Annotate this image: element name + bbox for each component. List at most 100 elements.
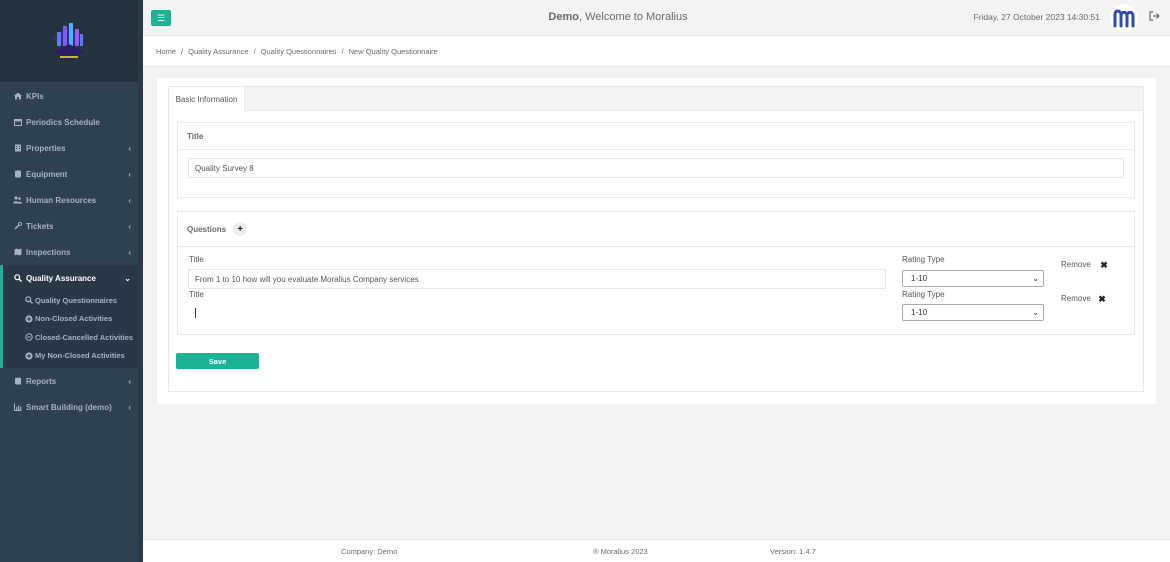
chevron-left-icon: ‹: [128, 376, 131, 386]
chevron-left-icon: ‹: [128, 195, 131, 205]
sidebar-item-label: Human Resources: [26, 195, 97, 205]
remove-question-button[interactable]: ✖: [1098, 259, 1110, 271]
sidebar-subitem-label: Quality Questionnaires: [35, 295, 118, 305]
questions-section-heading: Questions +: [178, 212, 1134, 247]
rating-type-select[interactable]: 1-10 ⌄: [902, 304, 1044, 321]
sidebar-item-label: Equipment: [26, 169, 68, 179]
welcome-text: , Welcome to Moralius: [578, 11, 688, 23]
add-question-button[interactable]: +: [233, 222, 248, 236]
rating-type-value: 1-10: [911, 308, 928, 317]
save-button[interactable]: Save: [176, 353, 259, 369]
sidebar-subitem-label: My Non-Closed Activities: [35, 351, 125, 361]
breadcrumb-quality-questionnaires[interactable]: Quality Questionnaires: [261, 47, 337, 56]
sidebar-item-kpis[interactable]: KPIs: [0, 83, 138, 109]
chart-icon: [13, 403, 22, 411]
question-title-label: Title: [189, 255, 204, 264]
text-cursor: [195, 308, 196, 318]
sidebar-subitem-non-closed-activities[interactable]: Non-Closed Activities: [3, 310, 138, 329]
footer-version: Version: 1.4.7: [770, 547, 816, 556]
sidebar-item-periodics-schedule[interactable]: Periodics Schedule: [0, 109, 138, 135]
welcome-message: Demo, Welcome to Moralius: [143, 11, 1093, 23]
chevron-left-icon: ‹: [128, 247, 131, 257]
sidebar-item-tickets[interactable]: Tickets ‹: [0, 213, 138, 239]
sidebar-item-label: Smart Building (demo): [26, 402, 112, 412]
calendar-icon: [13, 118, 22, 126]
sidebar-item-label: Properties: [26, 143, 66, 153]
company-logo[interactable]: [48, 20, 90, 62]
remove-label: Remove: [1061, 294, 1091, 303]
moralius-logo-icon: [1113, 9, 1135, 28]
sidebar-item-label: KPIs: [26, 91, 44, 101]
chevron-down-icon: ⌄: [1032, 274, 1039, 283]
breadcrumb-current: New Quality Questionnaire: [348, 46, 438, 56]
map-icon: [13, 248, 22, 256]
wrench-icon: [13, 222, 22, 230]
sidebar-subitem-label: Non-Closed Activities: [35, 314, 113, 324]
footer: Company: Demo ® Moralius 2023 Version: 1…: [143, 539, 1170, 562]
breadcrumb-quality-assurance[interactable]: Quality Assurance: [188, 47, 248, 56]
welcome-user: Demo: [548, 11, 579, 23]
circle-minus-icon: [24, 333, 33, 341]
sidebar-item-label: Quality Assurance: [26, 273, 96, 283]
close-icon: ✖: [1100, 259, 1108, 270]
sidebar-item-equipment[interactable]: Equipment ‹: [0, 161, 138, 187]
sidebar-item-label: Reports: [26, 376, 57, 386]
questions-panel: Questions + Title From 1 to 10 how will …: [177, 211, 1135, 335]
tab-strip: [169, 87, 1143, 111]
sidebar-item-quality-assurance[interactable]: Quality Assurance ⌄: [0, 265, 138, 291]
sidebar-subitem-label: Closed-Cancelled Activities: [35, 332, 134, 342]
book-icon: [13, 377, 22, 385]
circle-plus-icon: [24, 315, 33, 323]
remove-label: Remove: [1061, 260, 1091, 269]
chevron-down-icon: ⌄: [124, 273, 131, 283]
home-icon: [13, 92, 22, 100]
form-card: Basic Information Title Quality Survey 8…: [157, 78, 1156, 404]
chevron-left-icon: ‹: [128, 221, 131, 231]
sidebar-subitem-my-non-closed-activities[interactable]: My Non-Closed Activities: [3, 347, 138, 366]
title-section-heading: Title: [178, 123, 1134, 150]
logo-area: [0, 0, 138, 82]
title-input[interactable]: Quality Survey 8: [188, 158, 1124, 178]
remove-question-button[interactable]: ✖: [1096, 293, 1108, 305]
sidebar-subitem-closed-cancelled-activities[interactable]: Closed-Cancelled Activities: [3, 328, 138, 347]
avatar[interactable]: [1110, 4, 1138, 32]
circle-plus-icon: [24, 352, 33, 360]
close-icon: ✖: [1098, 293, 1106, 304]
breadcrumb-home[interactable]: Home: [156, 47, 176, 56]
chevron-left-icon: ‹: [128, 143, 131, 153]
rating-type-label: Rating Type: [902, 255, 945, 264]
sidebar-item-reports[interactable]: Reports ‹: [0, 368, 138, 394]
search-icon: [13, 274, 22, 282]
logout-icon[interactable]: [1149, 11, 1160, 24]
search-icon: [24, 296, 33, 305]
sidebar-item-label: Periodics Schedule: [26, 117, 100, 127]
sidebar-subitem-quality-questionnaires[interactable]: Quality Questionnaires: [3, 291, 138, 310]
breadcrumb: Home / Quality Assurance / Quality Questio…: [143, 36, 1170, 67]
top-navbar: ☰ Demo, Welcome to Moralius Friday, 27 O…: [143, 0, 1170, 36]
title-panel: Title Quality Survey 8: [177, 122, 1135, 198]
quality-assurance-submenu: Quality Questionnaires Non-Closed Activi…: [0, 291, 138, 368]
sidebar-item-label: Inspections: [26, 247, 71, 257]
tab-container: Basic Information Title Quality Survey 8…: [168, 86, 1144, 392]
sidebar-divider: [138, 0, 143, 562]
building-icon: [13, 144, 22, 152]
sidebar-item-label: Tickets: [26, 221, 54, 231]
breadcrumb-separator: /: [181, 46, 184, 56]
rating-type-select[interactable]: 1-10 ⌄: [902, 270, 1044, 287]
question-title-input[interactable]: From 1 to 10 how will you evaluate Moral…: [188, 269, 886, 289]
sidebar-item-inspections[interactable]: Inspections ‹: [0, 239, 138, 265]
chevron-left-icon: ‹: [128, 402, 131, 412]
users-icon: [13, 196, 22, 204]
rating-type-label: Rating Type: [902, 290, 945, 299]
sidebar: KPIs Periodics Schedule Properties ‹ Equ…: [0, 0, 138, 562]
chevron-left-icon: ‹: [128, 169, 131, 179]
footer-copyright: ® Moralius 2023: [593, 547, 648, 556]
question-title-input[interactable]: [188, 304, 886, 324]
breadcrumb-separator: /: [341, 46, 344, 56]
sidebar-item-human-resources[interactable]: Human Resources ‹: [0, 187, 138, 213]
sidebar-item-smart-building[interactable]: Smart Building (demo) ‹: [0, 394, 138, 420]
plus-icon: +: [237, 223, 244, 235]
sidebar-item-properties[interactable]: Properties ‹: [0, 135, 138, 161]
current-datetime: Friday, 27 October 2023 14:30:51: [973, 12, 1100, 22]
tab-basic-information[interactable]: Basic Information: [169, 87, 245, 112]
